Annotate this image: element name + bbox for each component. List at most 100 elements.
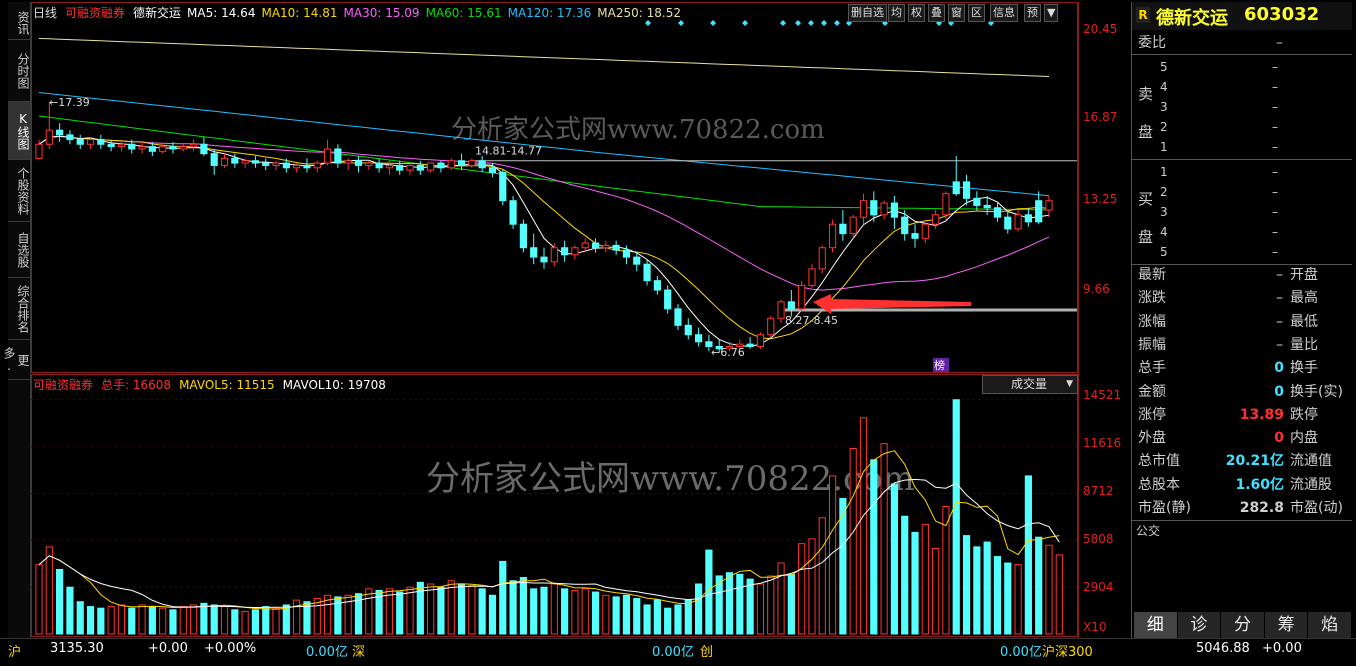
- volume-bar: [1014, 564, 1022, 635]
- toolbar-button-7[interactable]: 预: [1024, 4, 1041, 22]
- candle-body: [664, 289, 672, 310]
- volume-bar: [416, 581, 424, 635]
- status-bar: 沪 3135.30 +0.00 +0.00% 0.00亿 深 0.00亿 创 0…: [0, 638, 1356, 666]
- volume-bar: [282, 604, 290, 635]
- sell-level-row[interactable]: 1–: [1160, 137, 1340, 157]
- buy-level-row[interactable]: 5–: [1160, 242, 1340, 262]
- volume-bar: [231, 609, 239, 635]
- buy-price: –: [1272, 185, 1278, 199]
- sell-level-row[interactable]: 2–: [1160, 117, 1340, 137]
- chevron-down-icon: ▼: [1066, 379, 1073, 389]
- ma-legend-2: MA30: 15.09: [343, 6, 420, 20]
- period-label[interactable]: 日线: [33, 6, 57, 20]
- sell-level-row[interactable]: 5–: [1160, 57, 1340, 77]
- volume-bar: [633, 598, 641, 635]
- indicator-select[interactable]: 成交量 ▼: [982, 375, 1078, 394]
- bottom-tab-3[interactable]: 筹: [1264, 612, 1309, 638]
- volume-bar: [818, 517, 826, 635]
- bottom-tab-1[interactable]: 诊: [1177, 612, 1222, 638]
- volume-bar: [870, 459, 878, 635]
- candle-body: [56, 129, 64, 136]
- toolbar-button-0[interactable]: 删自选: [848, 4, 887, 22]
- mavol5-legend: MAVOL5: 11515: [179, 378, 275, 392]
- sell-level-row[interactable]: 3–: [1160, 97, 1340, 117]
- toolbar-button-8[interactable]: ▼: [1044, 4, 1059, 22]
- candle-body: [890, 202, 899, 218]
- toolbar-button-6[interactable]: 信息: [990, 4, 1018, 22]
- lower-header: 可融资融券 总手: 16608 MAVOL5: 11515 MAVOL10: 1970…: [33, 376, 386, 393]
- volume-bar: [612, 596, 620, 635]
- candle-body: [767, 317, 775, 336]
- volume-bar: [396, 591, 404, 635]
- kline-chart[interactable]: 分析家公式网www.70822.com 分析家公式网www.70822.com ←1…: [31, 2, 1078, 638]
- volume-axis-label: X10: [1083, 620, 1107, 634]
- quote-panel: R 德新交运 603032 委比 – 卖盘 5–4–3–2–1– 买盘 1–2–3–…: [1131, 2, 1352, 638]
- volume-bar: [993, 556, 1002, 635]
- candle-body: [437, 162, 445, 169]
- buy-level-row[interactable]: 2–: [1160, 182, 1340, 202]
- volume-bar: [509, 580, 517, 635]
- volume-bar: [808, 538, 816, 635]
- toolbar-button-3[interactable]: 叠: [928, 4, 945, 22]
- bottom-tab-0[interactable]: 细: [1134, 612, 1178, 638]
- volume-bar: [313, 598, 321, 635]
- candle-body: [973, 197, 981, 206]
- toolbar-button-5[interactable]: 区: [968, 4, 985, 22]
- quote-right-label: 最低: [1290, 313, 1318, 330]
- sell-book: 卖盘 5–4–3–2–1–: [1132, 55, 1352, 159]
- volume-bar: [169, 609, 177, 635]
- left-tab-1[interactable]: 分时图: [8, 40, 30, 102]
- volume-bar: [427, 583, 435, 635]
- quote-label: 外盘: [1138, 430, 1166, 447]
- candle-body: [396, 164, 404, 171]
- candle-body: [633, 256, 641, 265]
- bottom-tab-4[interactable]: 焰: [1308, 612, 1352, 638]
- volume-bar: [561, 588, 569, 635]
- buy-level-row[interactable]: 4–: [1160, 222, 1340, 242]
- candle-body: [344, 160, 352, 164]
- candle-body: [107, 143, 115, 148]
- quote-right-label: 流通股: [1290, 476, 1332, 493]
- chart-toolbar: 删自选均权叠窗区信息预 ▼: [848, 2, 1078, 22]
- volume-bar: [262, 606, 270, 635]
- volume-bar: [767, 575, 775, 635]
- volume-bar: [622, 594, 631, 635]
- volume-bar: [97, 607, 105, 635]
- ma-legend-5: MA250: 18.52: [597, 6, 681, 20]
- candle-body: [365, 162, 373, 166]
- left-tab-3[interactable]: 个股资料: [8, 160, 30, 222]
- toolbar-button-1[interactable]: 均: [888, 4, 905, 22]
- candle-body: [932, 214, 940, 225]
- toolbar-button-2[interactable]: 权: [908, 4, 925, 22]
- watermark-lower: 分析家公式网www.70822.com: [426, 459, 915, 499]
- candle-body: [427, 162, 435, 171]
- quote-row: 振幅 – 量比: [1138, 334, 1348, 356]
- candle-body: [643, 263, 651, 282]
- candle-body: [76, 139, 84, 145]
- left-tab-0[interactable]: 资讯: [8, 6, 30, 40]
- left-tab-5[interactable]: 综合排名: [8, 278, 30, 340]
- bottom-tab-2[interactable]: 分: [1221, 612, 1265, 638]
- announcement-label: 公交: [1136, 524, 1161, 538]
- left-tab-4[interactable]: 自选股: [8, 222, 30, 278]
- candle-body: [323, 148, 332, 164]
- buy-level-row[interactable]: 1–: [1160, 162, 1340, 182]
- toolbar-button-4[interactable]: 窗: [948, 4, 965, 22]
- left-tab-2[interactable]: K线图: [8, 102, 30, 160]
- candle-body: [798, 284, 806, 310]
- sell-level-row[interactable]: 4–: [1160, 77, 1340, 97]
- volume-bar: [983, 541, 991, 635]
- signal-diamond-icon: [821, 20, 827, 26]
- sell-level: 4: [1160, 80, 1168, 94]
- volume-bar: [86, 606, 95, 635]
- candle-body: [468, 160, 476, 166]
- left-tab-6[interactable]: 更多.: [2, 340, 30, 380]
- candle-body: [169, 146, 177, 150]
- lower-margin-tag: 可融资融券: [33, 378, 94, 392]
- volume-bar: [973, 546, 981, 635]
- candle-body: [200, 143, 208, 155]
- candle-body: [828, 223, 837, 249]
- buy-level-row[interactable]: 3–: [1160, 202, 1340, 222]
- ma-legend-4: MA120: 17.36: [507, 6, 592, 20]
- volume-bar: [66, 586, 74, 635]
